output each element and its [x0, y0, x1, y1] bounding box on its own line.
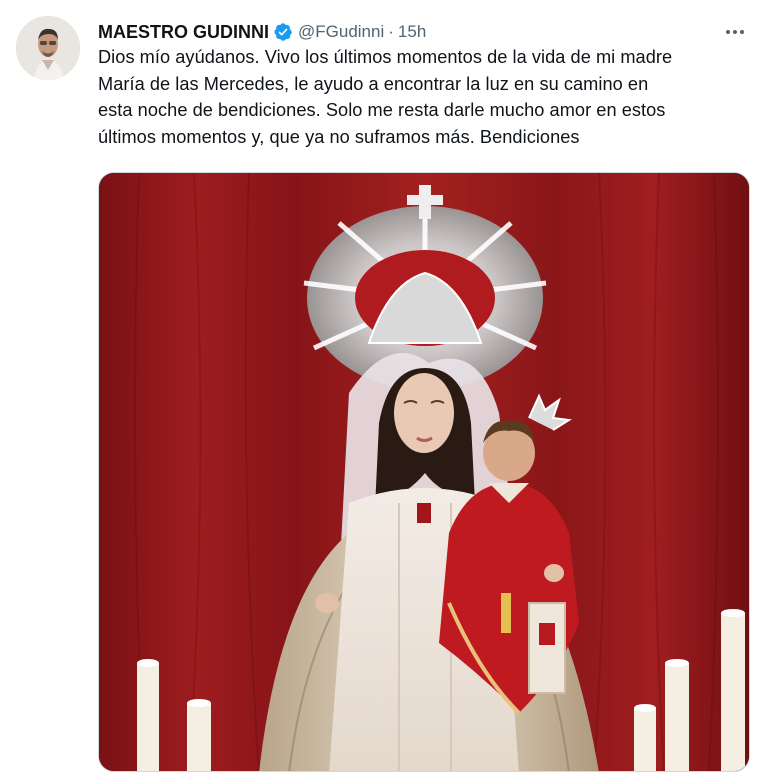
author-name[interactable]: MAESTRO GUDINNI: [98, 22, 269, 43]
virgin-statue-image: [99, 173, 749, 771]
timestamp[interactable]: 15h: [398, 22, 426, 42]
tweet-header: MAESTRO GUDINNI @FGudinni · 15h: [98, 19, 748, 45]
verified-badge-icon: [274, 23, 292, 41]
tweet-text-line: María de las Mercedes, le ayudo a encont…: [98, 73, 649, 94]
tweet-text-line: Dios mío ayúdanos. Vivo los últimos mome…: [98, 47, 673, 67]
avatar-photo: [16, 16, 80, 80]
tweet-media-image[interactable]: [98, 172, 750, 772]
tweet-text: Dios mío ayúdanos. Vivo los últimos mome…: [98, 44, 760, 150]
tweet-text-line: esta noche de bendiciones. Solo me resta…: [98, 100, 666, 120]
avatar[interactable]: [16, 16, 80, 80]
separator-dot: ·: [388, 22, 394, 41]
more-options-icon[interactable]: [722, 22, 748, 42]
tweet-text-line: últimos momentos y, que ya no suframos m…: [98, 126, 580, 147]
author-handle[interactable]: @FGudinni: [298, 22, 384, 42]
